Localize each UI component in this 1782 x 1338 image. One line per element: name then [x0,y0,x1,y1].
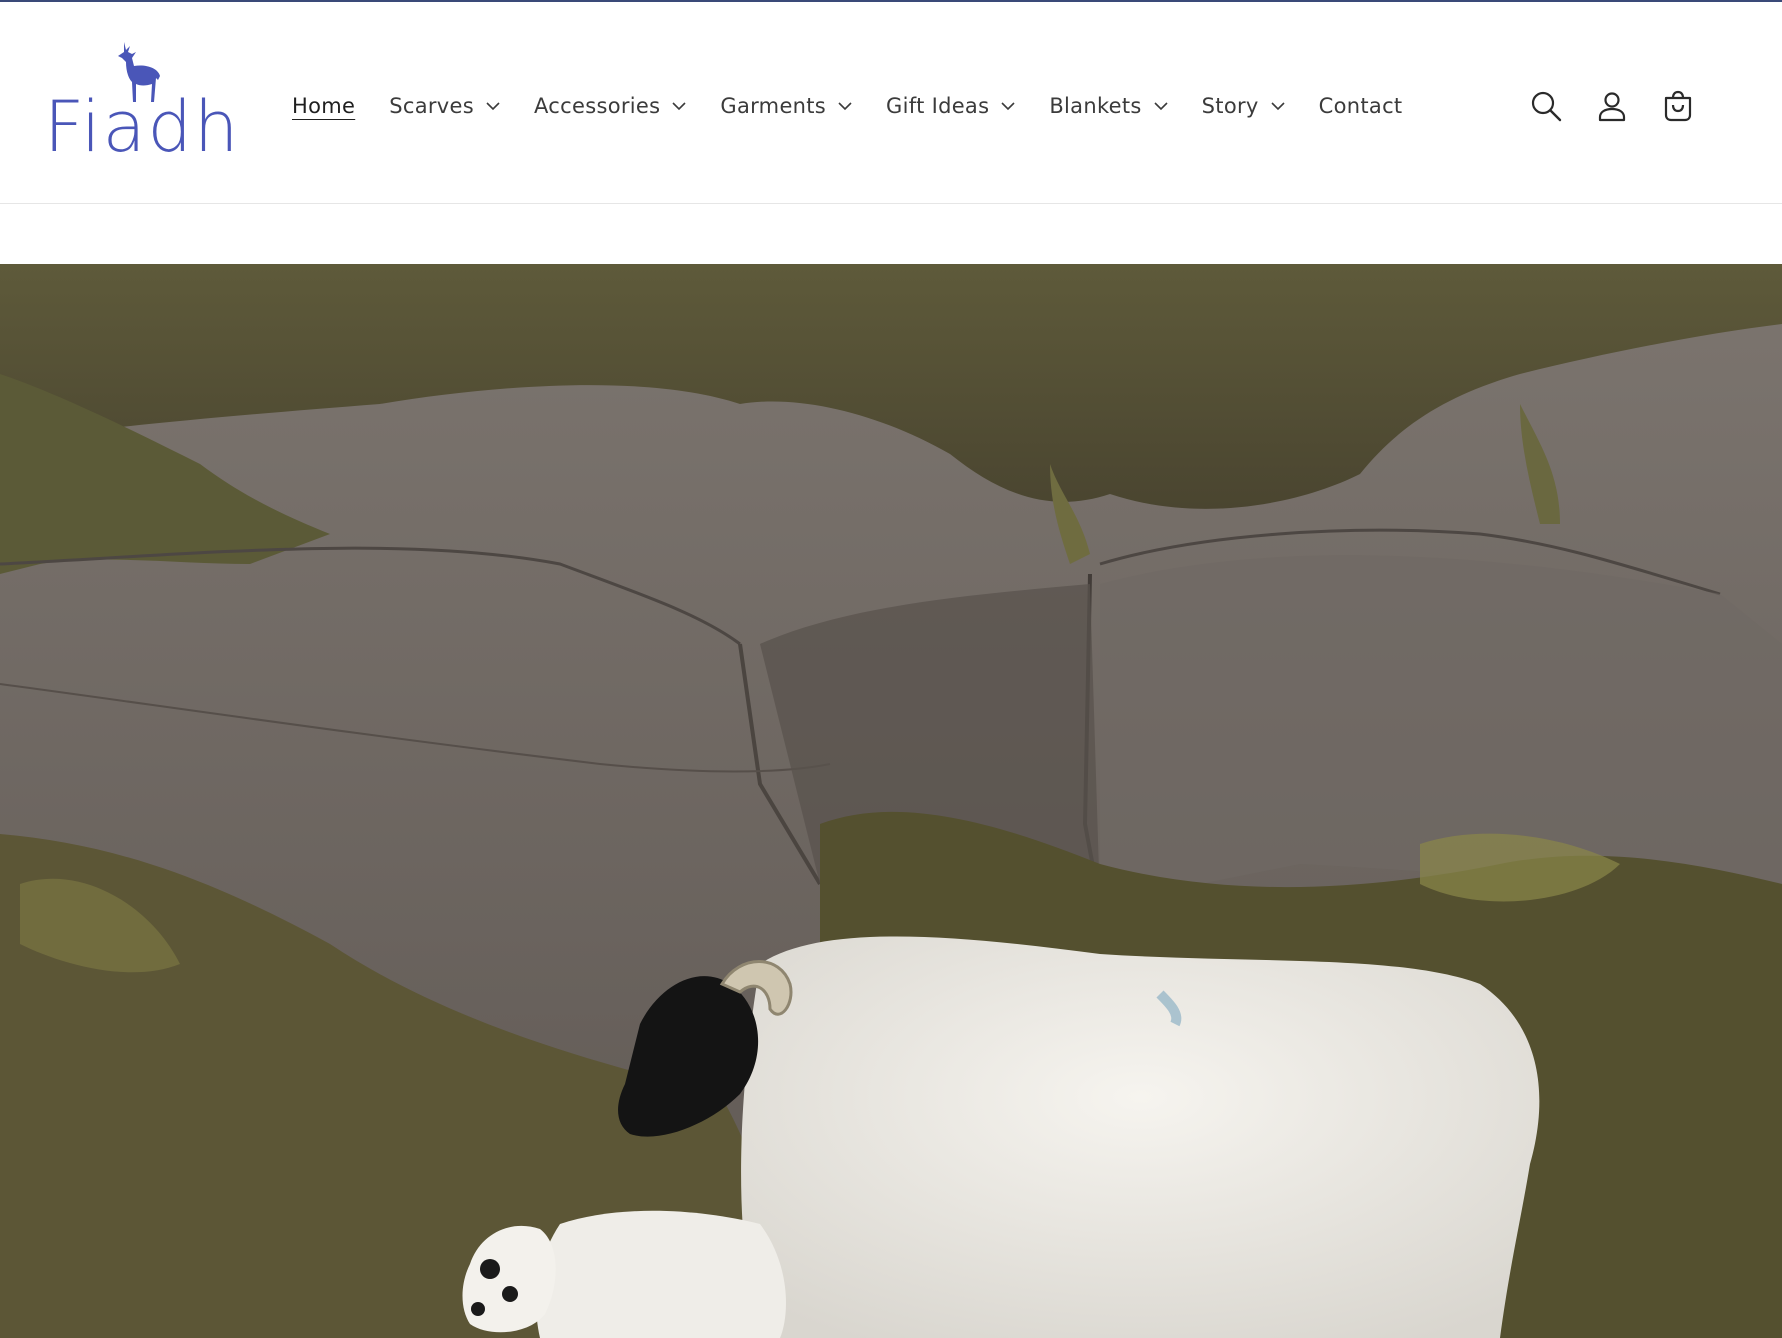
account-icon [1598,92,1626,122]
nav-item-scarves[interactable]: Scarves [389,94,500,118]
nav-label: Garments [720,94,827,118]
nav-item-home[interactable]: Home [292,94,355,118]
hero-image [0,264,1782,1338]
nav-label: Scarves [389,94,474,118]
chevron-down-icon [1154,101,1168,111]
nav-label: Gift Ideas [886,94,990,118]
main-nav: Home Scarves Accessories Garments Gift I… [292,86,1436,126]
logo[interactable]: Fiadh [44,40,244,170]
nav-item-story[interactable]: Story [1202,94,1285,118]
cart-button[interactable] [1652,80,1704,132]
nav-item-garments[interactable]: Garments [720,94,852,118]
nav-label: Accessories [534,94,661,118]
chevron-down-icon [838,101,852,111]
nav-label: Story [1201,94,1259,118]
nav-label: Contact [1318,94,1403,118]
chevron-down-icon [1001,101,1015,111]
nav-label: Blankets [1049,94,1142,118]
nav-label: Home [292,94,356,118]
cart-icon [1664,90,1692,122]
lamb [462,1210,786,1338]
chevron-down-icon [486,101,500,111]
nav-item-accessories[interactable]: Accessories [534,94,686,118]
header-icons [1520,80,1718,132]
chevron-down-icon [1271,101,1285,111]
site-header: Fiadh Home Scarves Accessories Garments … [0,2,1782,204]
nav-item-gift-ideas[interactable]: Gift Ideas [886,94,1015,118]
hero-photo [0,264,1782,1338]
nav-item-contact[interactable]: Contact [1319,94,1403,118]
search-button[interactable] [1520,80,1572,132]
chevron-down-icon [672,101,686,111]
nav-item-blankets[interactable]: Blankets [1049,94,1168,118]
logo-text: Fiadh [44,86,241,168]
account-button[interactable] [1586,80,1638,132]
search-icon [1531,91,1562,122]
